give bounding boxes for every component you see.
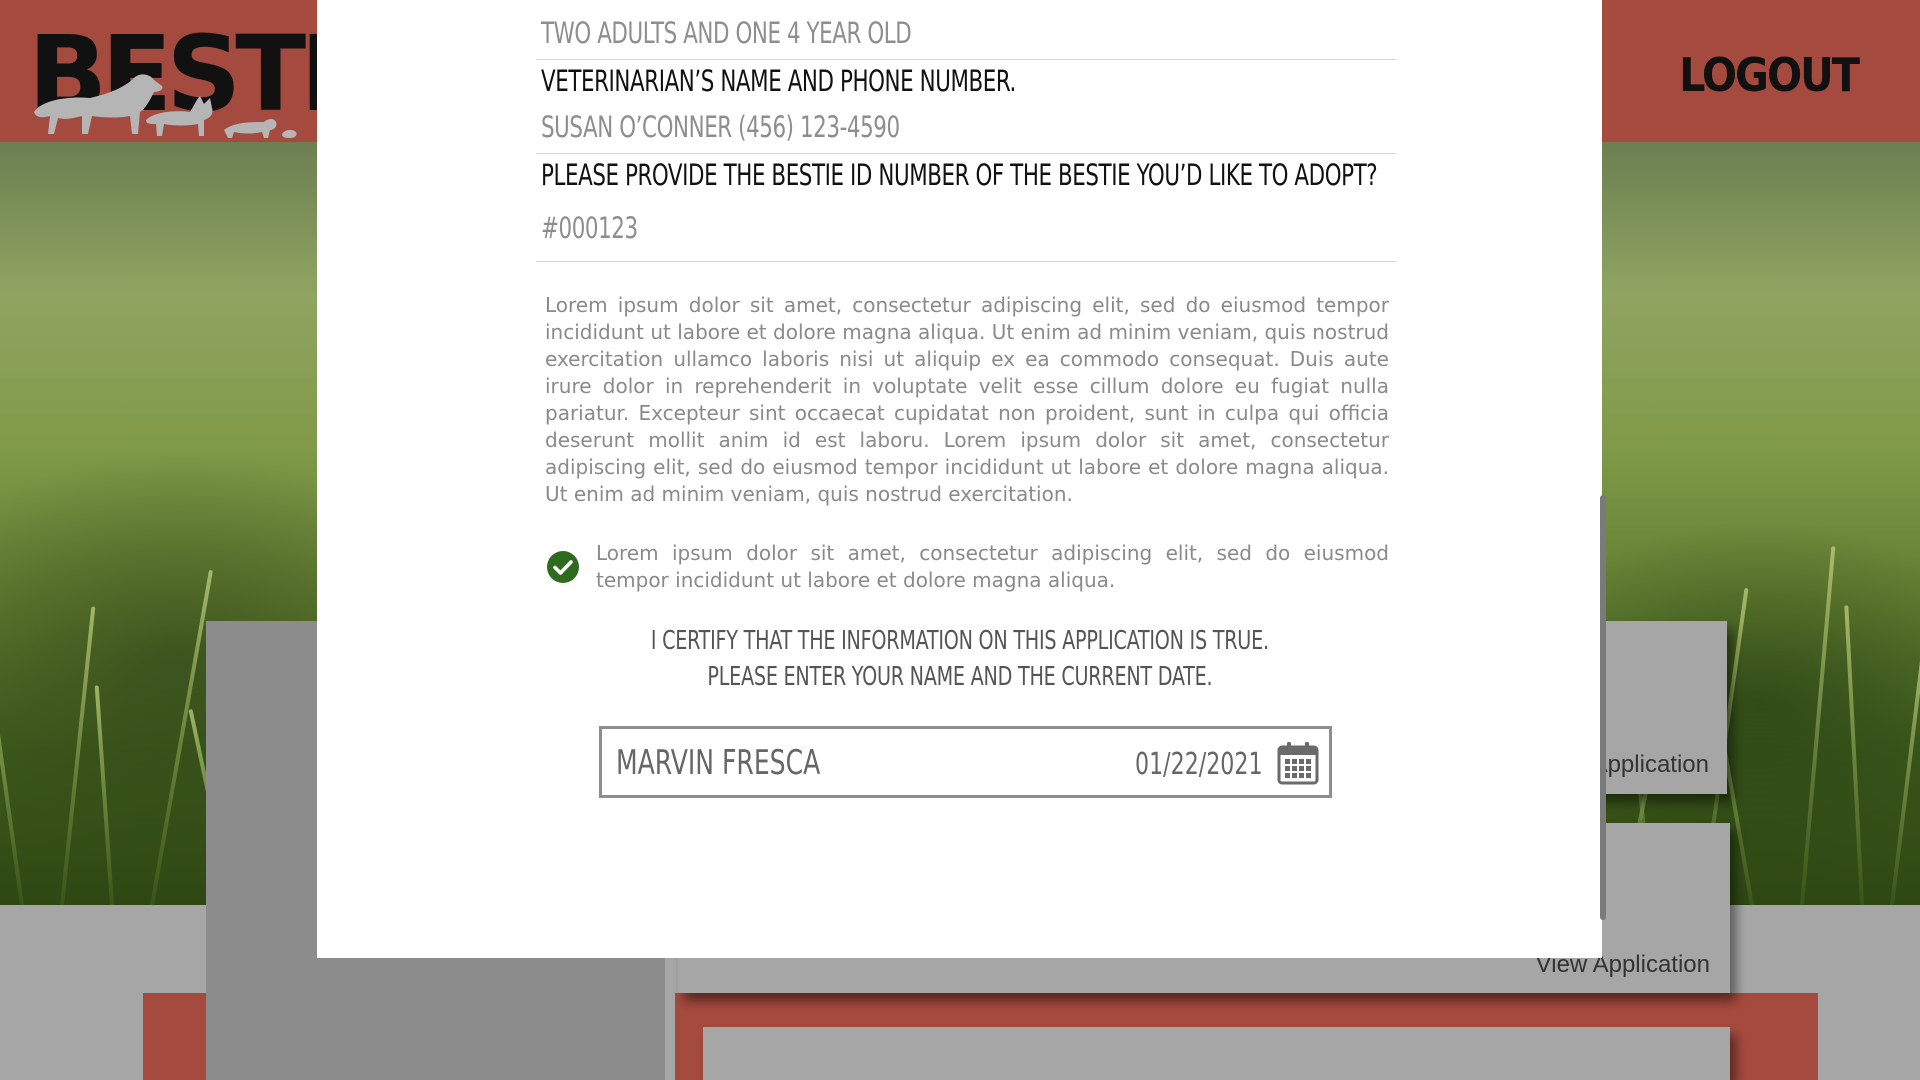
background-red-block-left xyxy=(143,993,206,1080)
signature-name-input[interactable]: MARVIN FRESCA xyxy=(616,743,820,783)
certify-line-1: I CERTIFY THAT THE INFORMATION ON THIS A… xyxy=(560,626,1360,656)
grass-blade xyxy=(1844,605,1864,906)
agree-text: Lorem ipsum dolor sit amet, consectetur … xyxy=(596,541,1389,592)
terms-paragraph: Lorem ipsum dolor sit amet, consectetur … xyxy=(545,293,1389,506)
divider xyxy=(536,261,1396,262)
calendar-icon[interactable] xyxy=(1277,741,1319,785)
certify-text-2: PLEASE ENTER YOUR NAME AND THE CURRENT D… xyxy=(707,662,1213,692)
grass-blade xyxy=(150,569,214,906)
grass-blade xyxy=(94,685,114,906)
signature-field[interactable]: MARVIN FRESCA 01/22/2021 xyxy=(599,726,1332,798)
grass-blade xyxy=(0,647,24,906)
bestie-id-value[interactable]: #000123 xyxy=(541,211,638,245)
grass-blade xyxy=(60,606,96,906)
application-link[interactable]: Application xyxy=(1592,751,1709,779)
bestie-id-label: PLEASE PROVIDE THE BESTIE ID NUMBER OF T… xyxy=(541,158,1378,192)
logout-button[interactable]: LOGOUT xyxy=(1679,48,1860,102)
background-card-3 xyxy=(703,1027,1730,1080)
divider xyxy=(536,59,1396,60)
modal-scrollbar[interactable] xyxy=(1600,495,1606,920)
grass-blade xyxy=(1890,656,1920,906)
check-circle-icon[interactable] xyxy=(546,550,580,584)
certify-text-1: I CERTIFY THAT THE INFORMATION ON THIS A… xyxy=(651,626,1269,656)
certify-line-2: PLEASE ENTER YOUR NAME AND THE CURRENT D… xyxy=(560,662,1360,692)
divider xyxy=(536,153,1396,154)
paw-animals-icon xyxy=(34,74,297,138)
signature-date-input[interactable]: 01/22/2021 xyxy=(1135,747,1263,782)
bestie-logo[interactable]: BESTIE xyxy=(28,22,404,138)
vet-value[interactable]: SUSAN O’CONNER (456) 123-4590 xyxy=(541,110,900,144)
grass-blade xyxy=(1800,546,1836,906)
household-value: TWO ADULTS AND ONE 4 YEAR OLD xyxy=(541,16,912,50)
vet-label: VETERINARIAN’S NAME AND PHONE NUMBER. xyxy=(541,64,1016,98)
